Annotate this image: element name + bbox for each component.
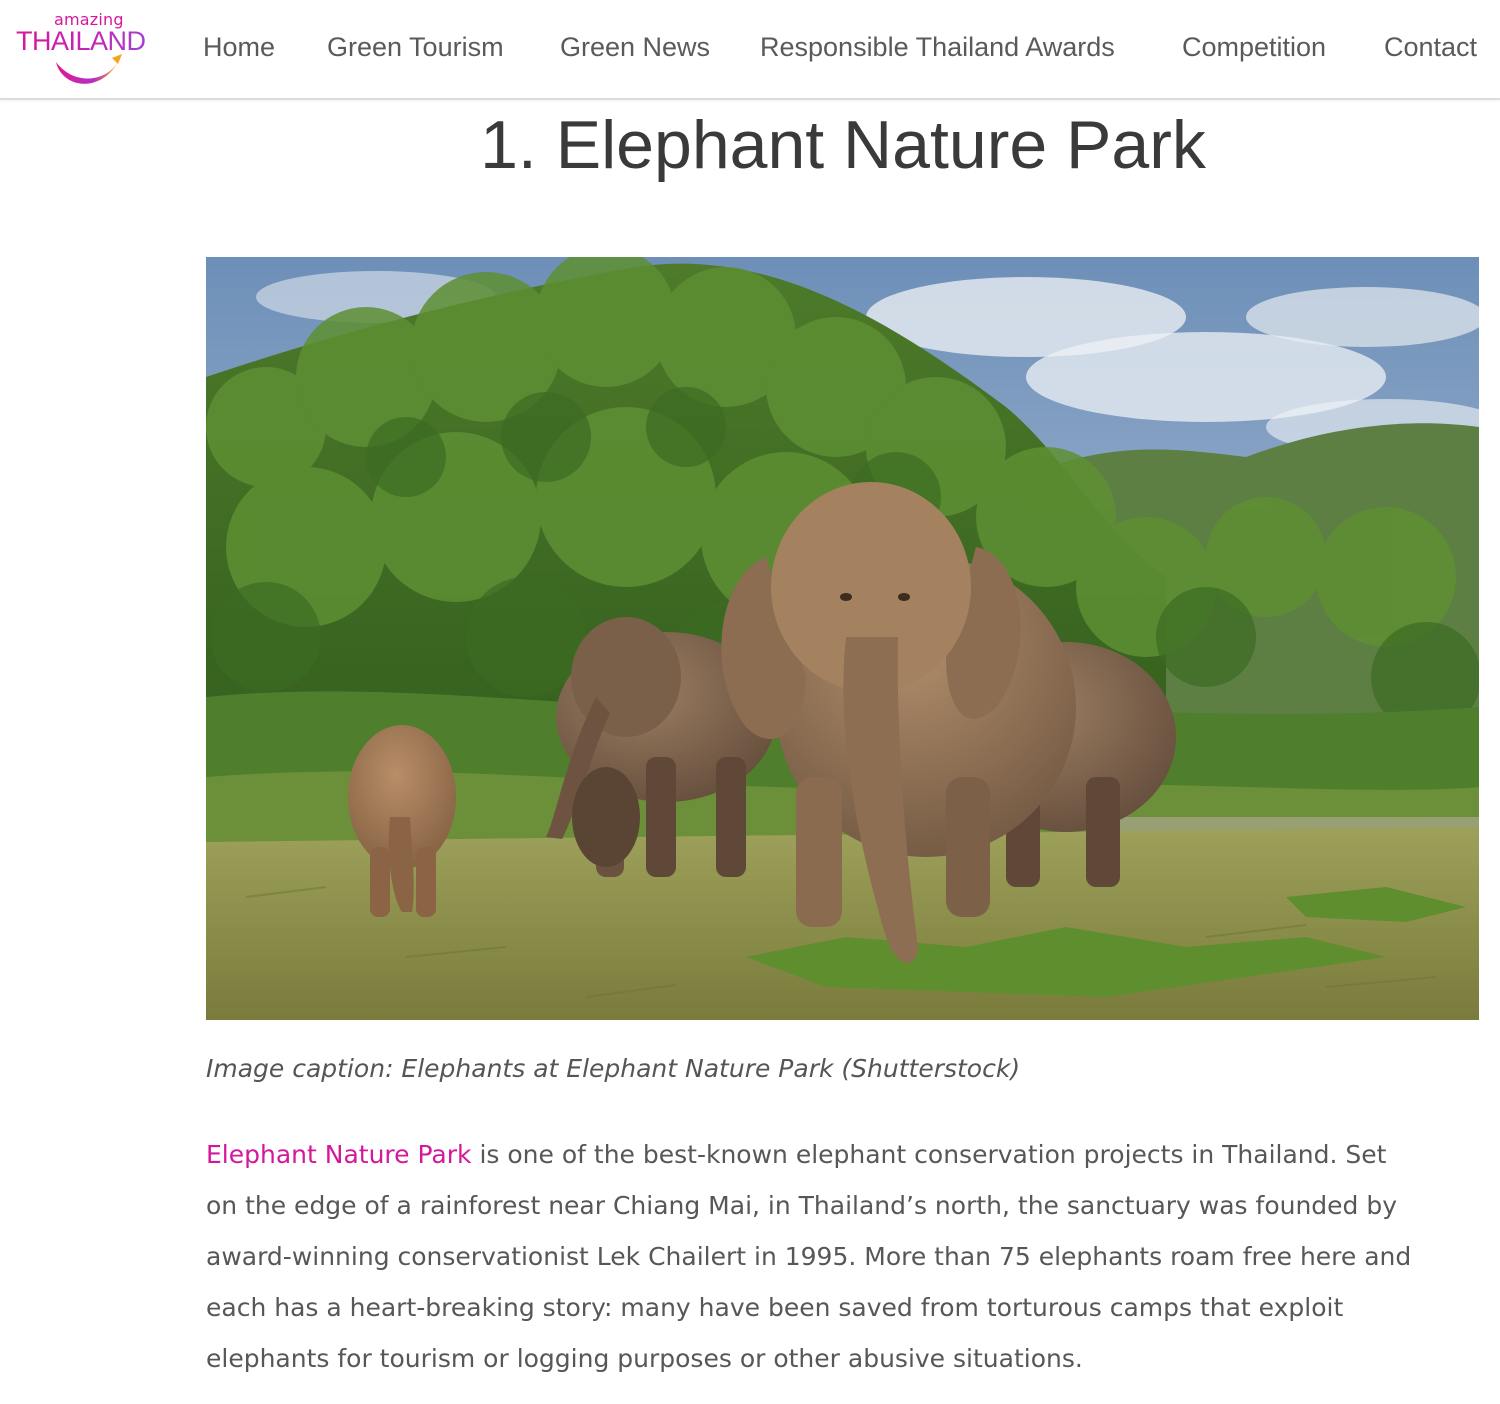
article-title: 1. Elephant Nature Park xyxy=(480,107,1206,183)
article-photo xyxy=(206,257,1479,1020)
image-caption: Image caption: Elephants at Elephant Nat… xyxy=(206,1054,1021,1083)
article-line-1: Elephant Nature Park is one of the best-… xyxy=(206,1129,1476,1180)
article-line-5: elephants for tourism or logging purpose… xyxy=(206,1344,1083,1373)
nav-responsible-thailand-awards[interactable]: Responsible Thailand Awards xyxy=(760,32,1115,63)
article-body: Elephant Nature Park is one of the best-… xyxy=(206,1129,1476,1384)
elephant-nature-park-link[interactable]: Elephant Nature Park xyxy=(206,1140,472,1169)
article-line-3: award-winning conservationist Lek Chaile… xyxy=(206,1242,1412,1271)
main-navigation: Home Green Tourism Green News Responsibl… xyxy=(0,0,1500,98)
article-line-2: on the edge of a rainforest near Chiang … xyxy=(206,1191,1398,1220)
nav-contact[interactable]: Contact xyxy=(1384,32,1477,63)
site-header: amazing THAILAND Home Green Tourism Gree… xyxy=(0,0,1500,100)
elephants-photo-illustration xyxy=(206,257,1479,1020)
article-line-1-text: is one of the best-known elephant conser… xyxy=(471,1140,1387,1169)
nav-home[interactable]: Home xyxy=(203,32,275,63)
nav-competition[interactable]: Competition xyxy=(1182,32,1326,63)
nav-green-tourism[interactable]: Green Tourism xyxy=(327,32,504,63)
article-line-4: each has a heart-breaking story: many ha… xyxy=(206,1293,1344,1322)
nav-green-news[interactable]: Green News xyxy=(560,32,710,63)
